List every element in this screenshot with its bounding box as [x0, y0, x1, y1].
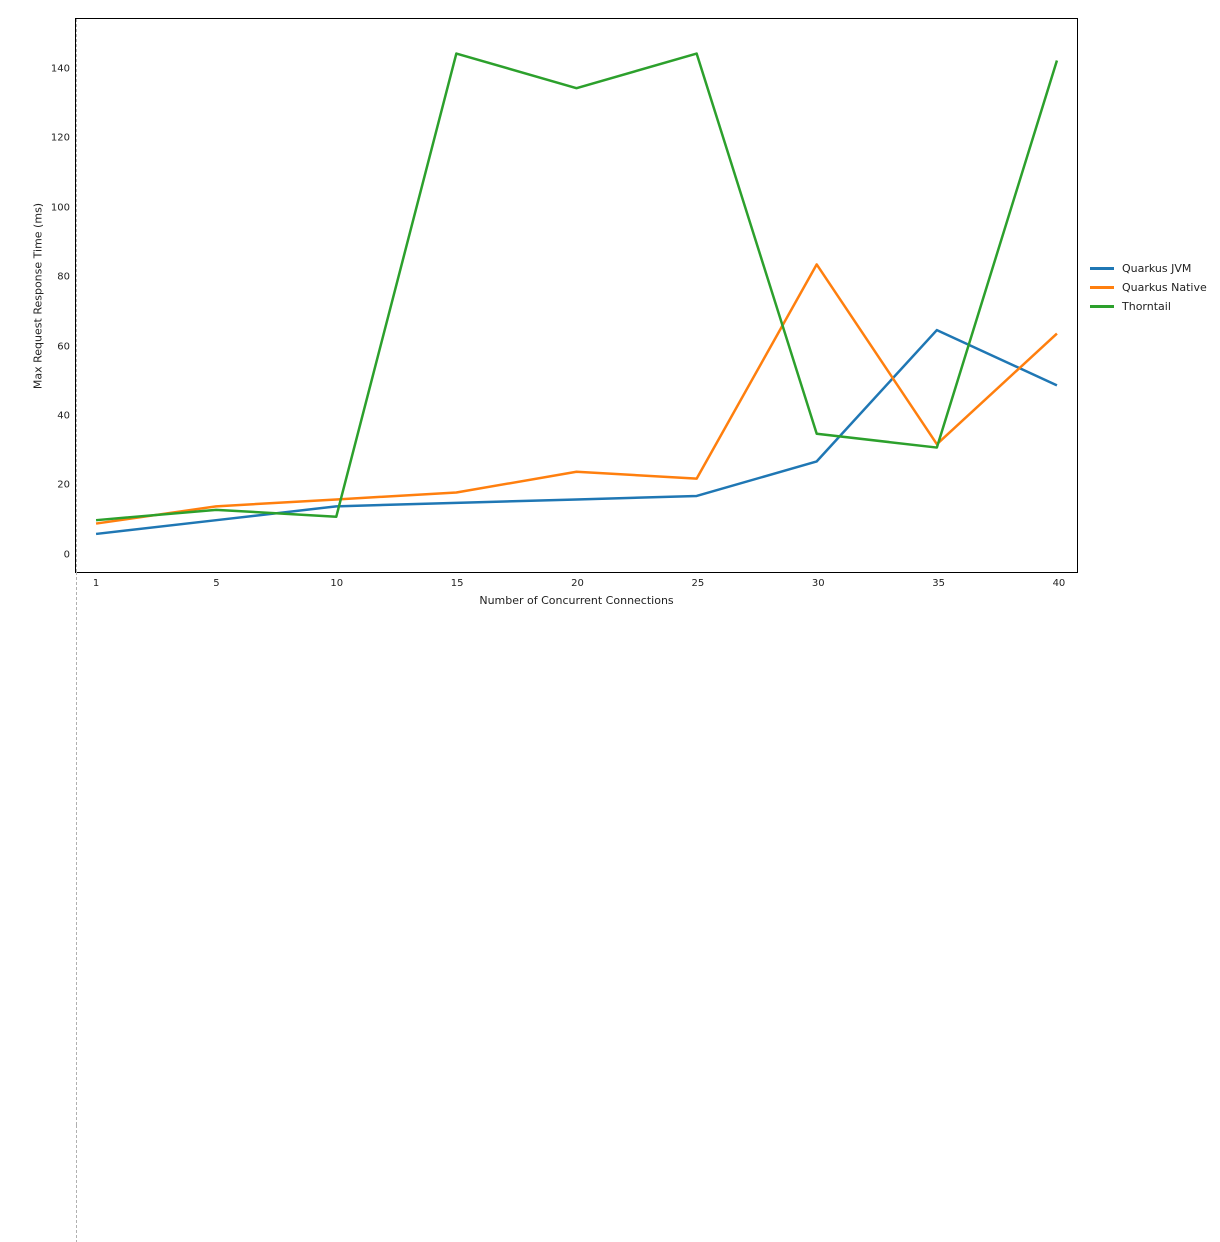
legend-swatch — [1090, 286, 1114, 289]
legend-entry: Quarkus JVM — [1090, 262, 1207, 275]
x-tick-label: 15 — [451, 578, 464, 589]
x-tick-label: 35 — [932, 578, 945, 589]
x-axis-label: Number of Concurrent Connections — [479, 594, 673, 607]
legend-label: Quarkus Native — [1122, 281, 1207, 294]
legend-swatch — [1090, 267, 1114, 270]
series-line-2 — [96, 54, 1057, 521]
legend: Quarkus JVM Quarkus Native Thorntail — [1090, 262, 1207, 319]
figure: Number of Concurrent Connections Max Req… — [0, 0, 1220, 621]
plot-area: Number of Concurrent Connections Max Req… — [75, 18, 1078, 573]
legend-label: Quarkus JVM — [1122, 262, 1191, 275]
x-tick-label: 40 — [1053, 578, 1066, 589]
y-axis-label: Max Request Response Time (ms) — [32, 202, 45, 388]
x-tick-label: 1 — [93, 578, 99, 589]
legend-label: Thorntail — [1122, 300, 1171, 313]
y-tick-label: 60 — [57, 341, 70, 352]
series-line-1 — [96, 264, 1057, 523]
x-tick-label: 5 — [213, 578, 219, 589]
y-tick-label: 20 — [57, 480, 70, 491]
x-tick-label: 20 — [571, 578, 584, 589]
y-tick-label: 100 — [51, 202, 70, 213]
y-tick-label: 40 — [57, 410, 70, 421]
legend-entry: Thorntail — [1090, 300, 1207, 313]
y-tick-label: 140 — [51, 64, 70, 75]
chart-lines — [76, 19, 1077, 572]
y-tick-label: 120 — [51, 133, 70, 144]
legend-entry: Quarkus Native — [1090, 281, 1207, 294]
grid-vline — [76, 1125, 77, 1242]
y-tick-label: 0 — [64, 549, 70, 560]
legend-swatch — [1090, 305, 1114, 308]
x-tick-label: 10 — [330, 578, 343, 589]
y-tick-label: 80 — [57, 272, 70, 283]
x-tick-label: 30 — [812, 578, 825, 589]
grid-vline — [76, 572, 77, 1125]
x-tick-label: 25 — [691, 578, 704, 589]
series-line-0 — [96, 330, 1057, 534]
